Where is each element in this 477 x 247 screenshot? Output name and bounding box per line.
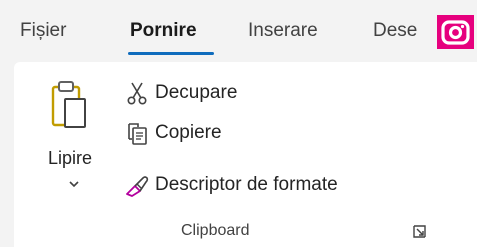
camera-badge[interactable] [437,15,474,49]
copy-label: Copiere [155,122,222,143]
tab-home[interactable]: Pornire [130,20,197,42]
active-tab-indicator [128,52,214,55]
cut-label: Decupare [155,82,238,103]
ribbon-tab-bar: Fișier Pornire Inserare Dese [0,0,477,62]
format-painter-label: Descriptor de formate [155,174,338,195]
dialog-launcher-icon[interactable] [413,225,426,238]
copy-button[interactable]: Copiere [124,118,222,148]
tab-insert[interactable]: Inserare [248,20,318,42]
paste-icon [51,81,86,128]
paste-label: Lipire [48,148,93,168]
camera-icon [441,20,470,45]
copy-icon [124,120,150,146]
chevron-down-icon[interactable] [68,180,80,188]
clipboard-ribbon-group: Lipire Decupare Copiere Descriptor de fo… [14,62,477,247]
format-painter-button[interactable]: Descriptor de formate [124,170,338,200]
cut-button[interactable]: Decupare [124,78,237,108]
scissors-icon [124,80,150,106]
group-label-clipboard: Clipboard [181,222,250,239]
format-painter-icon [124,172,150,198]
tab-file[interactable]: Fișier [20,20,66,42]
tab-design[interactable]: Dese [373,20,417,42]
